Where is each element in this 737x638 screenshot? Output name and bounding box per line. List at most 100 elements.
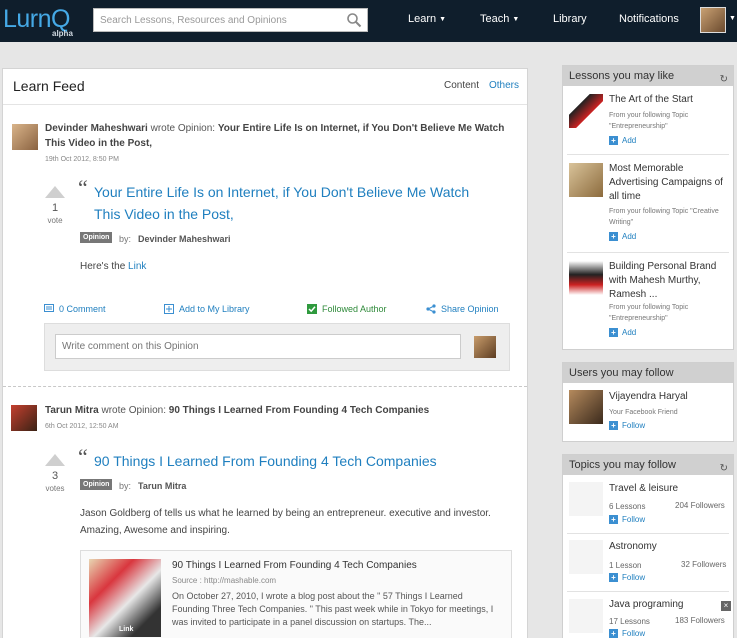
post-title[interactable]: Your Entire Life Is on Internet, if You …: [94, 181, 494, 225]
upvote-icon[interactable]: [45, 186, 65, 198]
plus-icon: +: [609, 515, 618, 524]
lessons-panel: Lessons you may like ↻ The Art of the St…: [562, 65, 734, 350]
nav-library[interactable]: Library: [553, 13, 587, 25]
opinion-tag: Opinion: [80, 232, 113, 243]
link-preview-card[interactable]: Link 90 Things I Learned From Founding 4…: [80, 550, 512, 638]
plus-icon: [164, 304, 174, 314]
by-label: by:: [119, 481, 132, 491]
author-name[interactable]: Devinder Maheshwari: [45, 123, 148, 134]
add-button[interactable]: + Add: [609, 136, 636, 145]
add-label: Add: [622, 232, 637, 241]
comment-count: 0 Comment: [59, 304, 106, 314]
users-panel: Users you may follow Vijayendra Haryal Y…: [562, 362, 734, 442]
lesson-title[interactable]: Most Memorable Advertising Campaigns of …: [609, 162, 729, 204]
lesson-source: From your following Topic "Creative Writ…: [609, 208, 719, 226]
user-relation: Your Facebook Friend: [609, 409, 678, 416]
lesson-thumbnail[interactable]: [569, 261, 603, 295]
search-input[interactable]: [94, 9, 334, 31]
plus-icon: +: [609, 232, 618, 241]
follow-button[interactable]: + Follow: [609, 515, 645, 524]
nav-learn-label: Learn: [408, 13, 437, 25]
post-body-text: Here's the: [80, 261, 126, 272]
lesson-title[interactable]: The Art of the Start: [609, 93, 729, 107]
divider: [567, 591, 729, 592]
plus-icon: +: [609, 421, 618, 430]
divider: [567, 154, 729, 155]
post-date: 19th Oct 2012, 8:50 PM: [45, 156, 119, 163]
panel-header: Users you may follow: [563, 363, 733, 383]
add-to-library-button[interactable]: Add to My Library: [164, 304, 250, 314]
author-name[interactable]: Tarun Mitra: [45, 405, 99, 416]
topic-name[interactable]: Java programing: [609, 598, 729, 612]
quote-icon: “: [78, 175, 88, 200]
upvote-icon[interactable]: [45, 454, 65, 466]
follow-button[interactable]: + Follow: [609, 421, 645, 430]
share-opinion-button[interactable]: Share Opinion: [426, 304, 499, 314]
link-title[interactable]: 90 Things I Learned From Founding 4 Tech…: [172, 560, 417, 571]
list-item: Travel & leisure 6 Lessons 204 Followers…: [563, 475, 733, 531]
by-author-name[interactable]: Devinder Maheshwari: [138, 234, 231, 244]
comment-input[interactable]: [55, 334, 461, 359]
add-button[interactable]: + Add: [609, 232, 636, 241]
java-icon[interactable]: [569, 599, 603, 633]
nav-notifications[interactable]: Notifications: [619, 13, 679, 25]
post-body-link[interactable]: Link: [128, 261, 146, 272]
topic-name[interactable]: Travel & leisure: [609, 482, 729, 496]
plus-icon: +: [609, 629, 618, 638]
topics-panel: Topics you may follow ↻ Travel & leisure…: [562, 454, 734, 638]
nav-teach-label: Teach: [480, 13, 510, 25]
panel-header: Lessons you may like ↻: [563, 66, 733, 86]
tab-content[interactable]: Content: [444, 80, 479, 91]
chevron-down-icon[interactable]: ▼: [729, 15, 736, 22]
follow-button[interactable]: + Follow: [609, 629, 645, 638]
by-label: by:: [119, 234, 132, 244]
link-thumbnail[interactable]: Link: [89, 559, 161, 637]
link-source: Source : http://mashable.com: [172, 576, 277, 585]
lesson-title[interactable]: Building Personal Brand with Mahesh Murt…: [609, 260, 729, 302]
nav-teach[interactable]: Teach ▼: [480, 13, 519, 25]
top-bar: LurnQ alpha Learn▼ Teach▼ Library Notifi…: [0, 0, 737, 42]
nav-learn[interactable]: Learn ▼: [408, 13, 446, 25]
add-button[interactable]: + Add: [609, 328, 636, 337]
planet-icon[interactable]: [569, 540, 603, 574]
author-avatar[interactable]: [12, 124, 38, 150]
comment-button[interactable]: 0 Comment: [44, 304, 106, 314]
post-divider: [3, 386, 527, 387]
user-name[interactable]: Vijayendra Haryal: [609, 390, 729, 404]
follow-label: Follow: [622, 421, 646, 430]
post-title[interactable]: 90 Things I Learned From Founding 4 Tech…: [94, 450, 494, 472]
lesson-thumbnail[interactable]: [569, 94, 603, 128]
divider: [567, 533, 729, 534]
close-icon[interactable]: ×: [721, 601, 731, 611]
list-item: Building Personal Brand with Mahesh Murt…: [563, 254, 733, 349]
comment-area: [44, 323, 510, 371]
followed-author-button[interactable]: Followed Author: [307, 304, 387, 314]
topic-lesson-count: 1 Lesson: [609, 561, 642, 570]
search-icon[interactable]: [346, 12, 362, 28]
logo-subtitle: alpha: [52, 29, 73, 38]
lesson-thumbnail[interactable]: [569, 163, 603, 197]
user-avatar[interactable]: [700, 7, 726, 33]
add-label: Add: [622, 328, 637, 337]
topic-name[interactable]: Astronomy: [609, 540, 729, 554]
user-avatar[interactable]: [569, 390, 603, 424]
by-author-name[interactable]: Tarun Mitra: [138, 481, 186, 491]
post-header-title[interactable]: 90 Things I Learned From Founding 4 Tech…: [169, 405, 429, 416]
chevron-down-icon: ▼: [439, 16, 447, 23]
umbrella-icon[interactable]: [569, 482, 603, 516]
vote-label: vote: [47, 216, 63, 225]
follow-label: Follow: [622, 515, 646, 524]
divider: [567, 252, 729, 253]
post-body: Here's the Link: [80, 258, 500, 275]
tab-others[interactable]: Others: [489, 80, 519, 91]
follow-button[interactable]: + Follow: [609, 573, 645, 582]
author-avatar[interactable]: [11, 405, 37, 431]
add-label: Add: [622, 136, 637, 145]
plus-icon: +: [609, 136, 618, 145]
link-thumbnail-label: Link: [119, 626, 134, 633]
learn-feed: Learn Feed Content Others Devinder Mahes…: [2, 68, 528, 638]
topic-lesson-count: 6 Lessons: [609, 502, 646, 511]
post-header: Devinder Maheshwari wrote Opinion: Your …: [45, 121, 515, 151]
post-verb: wrote Opinion:: [150, 123, 216, 134]
list-item: Vijayendra Haryal Your Facebook Friend +…: [563, 383, 733, 441]
